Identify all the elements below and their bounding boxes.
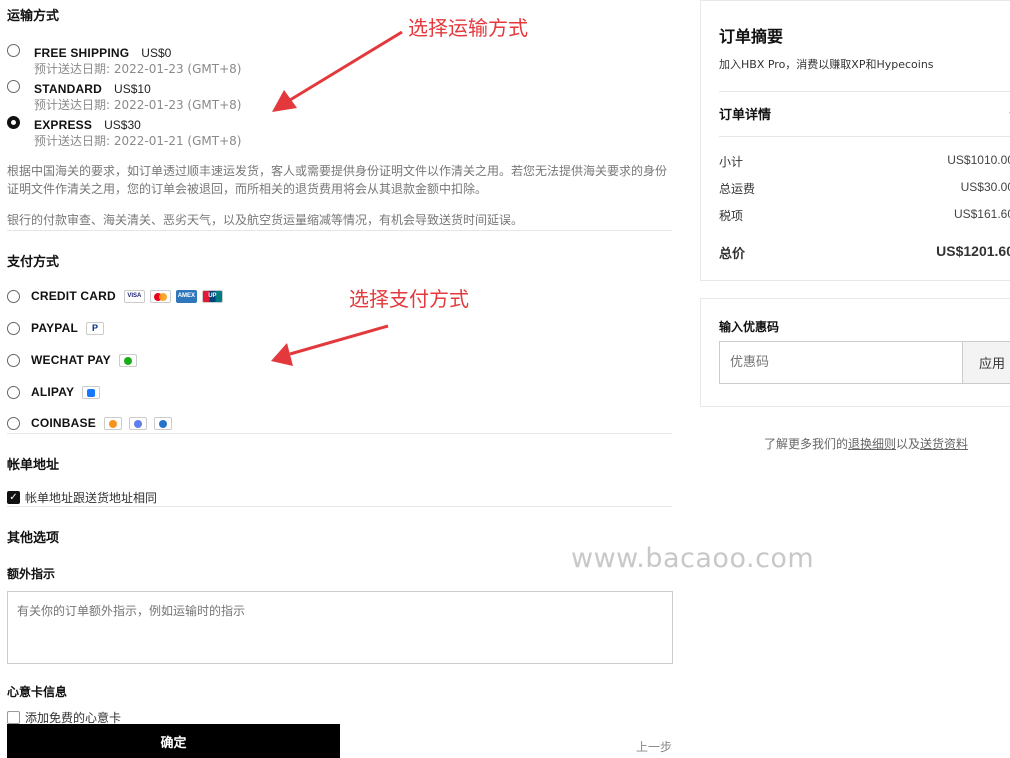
annotation-arrows — [271, 30, 403, 366]
arrow-shipping-icon — [272, 30, 403, 112]
arrow-payment-icon — [271, 324, 389, 366]
watermark: www.bacaoo.com — [571, 543, 815, 574]
